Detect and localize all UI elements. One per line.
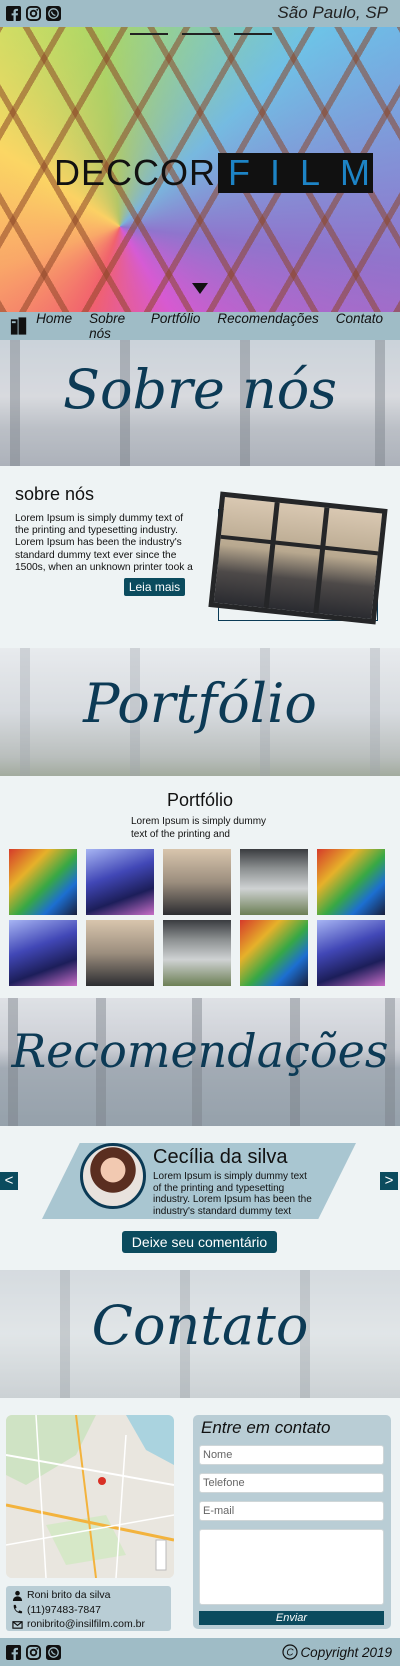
contact-email-row: ronibrito@insilfilm.com.br	[12, 1617, 171, 1632]
testimonial-name: Cecília da silva	[153, 1146, 288, 1168]
copyright: C Copyright 2019	[282, 1644, 392, 1660]
next-button[interactable]: >	[380, 1172, 398, 1190]
social-links	[6, 6, 61, 21]
mail-icon	[12, 1620, 23, 1629]
name-field[interactable]: Nome	[199, 1445, 384, 1465]
message-field[interactable]	[199, 1529, 384, 1605]
contact-name-row: Roni brito da silva	[12, 1588, 171, 1603]
whatsapp-icon[interactable]	[46, 1644, 61, 1660]
footer: C Copyright 2019	[0, 1638, 400, 1666]
contact-form-title: Entre em contato	[201, 1418, 331, 1437]
nav-item-contato[interactable]: Contato	[336, 311, 383, 341]
map-image	[6, 1415, 174, 1578]
contato-banner: Contato	[0, 1270, 400, 1398]
nav-logo-icon[interactable]	[9, 316, 28, 336]
contact-phone-row: (11)97483-7847	[12, 1603, 171, 1618]
portfolio-item[interactable]	[240, 920, 308, 986]
facebook-icon[interactable]	[6, 1644, 21, 1660]
city-label: São Paulo, SP	[277, 3, 388, 22]
sobre-photo	[208, 491, 388, 625]
portfolio-heading: Portfólio	[166, 790, 234, 810]
portfolio-grid	[9, 849, 387, 986]
contact-email[interactable]: ronibrito@insilfilm.com.br	[27, 1618, 145, 1630]
page: São Paulo, SP DECCOR FILM Home Sobre nós…	[0, 0, 400, 1666]
portfolio-item[interactable]	[240, 849, 308, 915]
prev-button[interactable]: <	[0, 1172, 18, 1190]
recomendacoes-banner: Recomendações	[0, 998, 400, 1126]
comment-button[interactable]: Deixe seu comentário	[122, 1231, 277, 1253]
portfolio-banner: Portfólio	[0, 648, 400, 776]
sobre-banner-title: Sobre nós	[62, 358, 337, 421]
phone-icon	[13, 1605, 23, 1614]
testimonial-text: Lorem Ipsum is simply dummy text of the …	[153, 1171, 312, 1217]
top-bar: São Paulo, SP	[0, 0, 400, 27]
read-more-button[interactable]: Leia mais	[124, 578, 185, 596]
avatar	[80, 1143, 146, 1209]
footer-social-links	[6, 1644, 61, 1660]
user-icon	[12, 1590, 23, 1601]
carousel-dot[interactable]	[234, 33, 272, 35]
location-map[interactable]	[6, 1415, 174, 1578]
carousel-indicators	[130, 33, 272, 35]
contato-banner-title: Contato	[91, 1294, 309, 1357]
sobre-heading: sobre nós	[15, 484, 95, 504]
phone-field[interactable]: Telefone	[199, 1473, 384, 1493]
main-nav: Home Sobre nós Portfólio Recomendações C…	[0, 311, 400, 341]
portfolio-banner-title: Portfólio	[83, 672, 317, 735]
sobre-text: Lorem Ipsum is simply dummy text of the …	[15, 513, 193, 573]
contact-form: Entre em contato Nome Telefone E-mail En…	[193, 1415, 391, 1629]
instagram-icon[interactable]	[26, 1644, 41, 1660]
portfolio-item[interactable]	[317, 920, 385, 986]
copyright-text: Copyright 2019	[300, 1644, 392, 1660]
portfolio-item[interactable]	[163, 849, 231, 915]
portfolio-item[interactable]	[9, 849, 77, 915]
contact-info: Roni brito da silva (11)97483-7847 ronib…	[6, 1586, 171, 1631]
portfolio-item[interactable]	[86, 920, 154, 986]
portfolio-text: Lorem Ipsum is simply dummy text of the …	[131, 816, 267, 840]
portfolio-item[interactable]	[163, 920, 231, 986]
scroll-down-icon[interactable]	[192, 283, 208, 294]
contact-name: Roni brito da silva	[27, 1589, 111, 1602]
nav-item-home[interactable]: Home	[36, 311, 72, 341]
hero-banner: DECCOR FILM	[0, 27, 400, 312]
nav-items: Home Sobre nós Portfólio Recomendações C…	[36, 311, 400, 341]
nav-item-portfolio[interactable]: Portfólio	[151, 311, 201, 341]
logo-part1: DECCOR	[54, 152, 217, 193]
brand-logo: DECCOR FILM	[52, 152, 374, 193]
whatsapp-icon[interactable]	[46, 6, 61, 21]
contact-phone[interactable]: (11)97483-7847	[27, 1604, 101, 1616]
copyright-symbol: C	[287, 1648, 295, 1659]
nav-item-sobre[interactable]: Sobre nós	[89, 311, 134, 341]
recomendacoes-banner-title: Recomendações	[11, 1024, 389, 1078]
carousel-dot[interactable]	[182, 33, 220, 35]
email-field[interactable]: E-mail	[199, 1501, 384, 1521]
facebook-icon[interactable]	[6, 6, 21, 21]
carousel-dot[interactable]	[130, 33, 168, 35]
nav-item-recomendacoes[interactable]: Recomendações	[217, 311, 318, 341]
portfolio-item[interactable]	[317, 849, 385, 915]
instagram-icon[interactable]	[26, 6, 41, 21]
portfolio-item[interactable]	[9, 920, 77, 986]
portfolio-item[interactable]	[86, 849, 154, 915]
sobre-banner: Sobre nós	[0, 340, 400, 466]
copyright-icon: C	[282, 1644, 299, 1660]
logo-part2: FILM	[218, 153, 374, 193]
send-button[interactable]: Enviar	[199, 1611, 384, 1625]
